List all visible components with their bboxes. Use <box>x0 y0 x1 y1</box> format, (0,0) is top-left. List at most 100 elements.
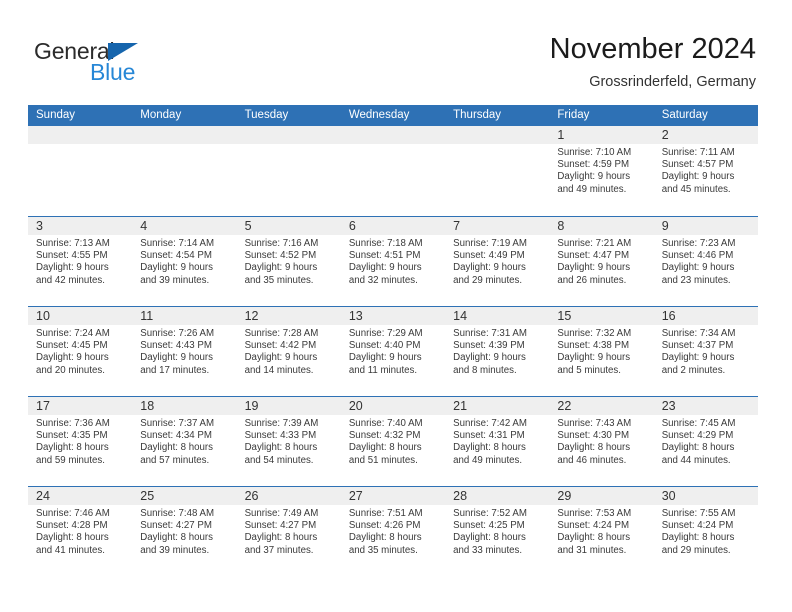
day-sun-info: Sunrise: 7:36 AM Sunset: 4:35 PM Dayligh… <box>36 418 110 466</box>
week-row: 3 Sunrise: 7:13 AM Sunset: 4:55 PM Dayli… <box>28 216 758 306</box>
day-cell[interactable]: 1 Sunrise: 7:10 AM Sunset: 4:59 PM Dayli… <box>549 126 654 216</box>
day-sun-info: Sunrise: 7:21 AM Sunset: 4:47 PM Dayligh… <box>557 238 632 286</box>
day-cell[interactable] <box>445 126 550 216</box>
day-cell[interactable]: 17 Sunrise: 7:36 AM Sunset: 4:35 PM Dayl… <box>28 397 133 486</box>
day-number-band: 10 <box>28 307 133 325</box>
week-row: 10 Sunrise: 7:24 AM Sunset: 4:45 PM Dayl… <box>28 306 758 396</box>
day-cell[interactable]: 7 Sunrise: 7:19 AM Sunset: 4:49 PM Dayli… <box>445 217 550 306</box>
day-cell[interactable]: 14 Sunrise: 7:31 AM Sunset: 4:39 PM Dayl… <box>445 307 550 396</box>
day-number: 29 <box>557 489 572 503</box>
day-number-band: 17 <box>28 397 133 415</box>
day-cell[interactable]: 28 Sunrise: 7:52 AM Sunset: 4:25 PM Dayl… <box>445 487 550 576</box>
day-cell[interactable]: 13 Sunrise: 7:29 AM Sunset: 4:40 PM Dayl… <box>340 307 446 396</box>
day-sun-info: Sunrise: 7:55 AM Sunset: 4:24 PM Dayligh… <box>661 508 736 556</box>
weekday-friday: Friday <box>557 109 590 121</box>
day-number: 4 <box>140 219 148 233</box>
day-cell[interactable]: 21 Sunrise: 7:42 AM Sunset: 4:31 PM Dayl… <box>445 397 550 486</box>
day-cell[interactable]: 27 Sunrise: 7:51 AM Sunset: 4:26 PM Dayl… <box>340 487 446 576</box>
day-number: 24 <box>36 489 50 503</box>
day-cell[interactable]: 2 Sunrise: 7:11 AM Sunset: 4:57 PM Dayli… <box>653 126 758 216</box>
day-number: 22 <box>557 399 572 413</box>
day-sun-info: Sunrise: 7:49 AM Sunset: 4:27 PM Dayligh… <box>244 508 319 556</box>
day-sun-info: Sunrise: 7:43 AM Sunset: 4:30 PM Dayligh… <box>557 418 632 466</box>
day-cell[interactable]: 25 Sunrise: 7:48 AM Sunset: 4:27 PM Dayl… <box>132 487 237 576</box>
day-cell[interactable]: 15 Sunrise: 7:32 AM Sunset: 4:38 PM Dayl… <box>549 307 654 396</box>
day-cell[interactable]: 29 Sunrise: 7:53 AM Sunset: 4:24 PM Dayl… <box>549 487 654 576</box>
day-number-band: 12 <box>236 307 341 325</box>
page-subtitle: Grossrinderfeld, Germany <box>589 74 756 90</box>
day-number: 7 <box>453 219 461 233</box>
day-sun-info: Sunrise: 7:16 AM Sunset: 4:52 PM Dayligh… <box>244 238 319 286</box>
day-number: 16 <box>661 309 676 323</box>
day-cell[interactable] <box>340 126 446 216</box>
week-row: 24 Sunrise: 7:46 AM Sunset: 4:28 PM Dayl… <box>28 486 758 576</box>
day-cell[interactable]: 16 Sunrise: 7:34 AM Sunset: 4:37 PM Dayl… <box>653 307 758 396</box>
week-row: 17 Sunrise: 7:36 AM Sunset: 4:35 PM Dayl… <box>28 396 758 486</box>
day-sun-info: Sunrise: 7:46 AM Sunset: 4:28 PM Dayligh… <box>36 508 110 556</box>
day-cell[interactable] <box>28 126 133 216</box>
day-sun-info: Sunrise: 7:42 AM Sunset: 4:31 PM Dayligh… <box>453 418 527 466</box>
day-cell[interactable]: 6 Sunrise: 7:18 AM Sunset: 4:51 PM Dayli… <box>340 217 446 306</box>
day-number: 19 <box>244 399 259 413</box>
day-number: 25 <box>140 489 155 503</box>
day-number: 12 <box>244 309 259 323</box>
day-number-band: 22 <box>549 397 654 415</box>
day-number-band: 23 <box>653 397 758 415</box>
day-number-band: 4 <box>132 217 237 235</box>
day-number-band: 13 <box>340 307 446 325</box>
day-cell[interactable]: 26 Sunrise: 7:49 AM Sunset: 4:27 PM Dayl… <box>236 487 341 576</box>
day-sun-info: Sunrise: 7:52 AM Sunset: 4:25 PM Dayligh… <box>453 508 527 556</box>
day-number: 13 <box>348 309 363 323</box>
day-cell[interactable]: 19 Sunrise: 7:39 AM Sunset: 4:33 PM Dayl… <box>236 397 341 486</box>
weekday-sunday: Sunday <box>36 109 76 121</box>
day-sun-info: Sunrise: 7:53 AM Sunset: 4:24 PM Dayligh… <box>557 508 632 556</box>
calendar-grid: Sunday Monday Tuesday Wednesday Thursday… <box>28 105 758 576</box>
day-sun-info: Sunrise: 7:23 AM Sunset: 4:46 PM Dayligh… <box>661 238 736 286</box>
day-cell[interactable]: 10 Sunrise: 7:24 AM Sunset: 4:45 PM Dayl… <box>28 307 133 396</box>
week-row: 1 Sunrise: 7:10 AM Sunset: 4:59 PM Dayli… <box>28 126 758 216</box>
day-number: 14 <box>453 309 468 323</box>
day-sun-info: Sunrise: 7:18 AM Sunset: 4:51 PM Dayligh… <box>348 238 423 286</box>
day-cell[interactable]: 22 Sunrise: 7:43 AM Sunset: 4:30 PM Dayl… <box>549 397 654 486</box>
day-cell[interactable]: 9 Sunrise: 7:23 AM Sunset: 4:46 PM Dayli… <box>653 217 758 306</box>
day-sun-info: Sunrise: 7:37 AM Sunset: 4:34 PM Dayligh… <box>140 418 215 466</box>
day-cell[interactable]: 30 Sunrise: 7:55 AM Sunset: 4:24 PM Dayl… <box>653 487 758 576</box>
day-number-band <box>236 126 341 144</box>
day-cell[interactable]: 18 Sunrise: 7:37 AM Sunset: 4:34 PM Dayl… <box>132 397 237 486</box>
day-sun-info: Sunrise: 7:14 AM Sunset: 4:54 PM Dayligh… <box>140 238 215 286</box>
day-cell[interactable] <box>236 126 341 216</box>
day-number-band: 21 <box>445 397 550 415</box>
logo-text-blue: Blue <box>90 59 136 85</box>
day-number-band: 11 <box>132 307 237 325</box>
day-sun-info: Sunrise: 7:26 AM Sunset: 4:43 PM Dayligh… <box>140 328 215 376</box>
day-cell[interactable]: 8 Sunrise: 7:21 AM Sunset: 4:47 PM Dayli… <box>549 217 654 306</box>
day-number-band: 20 <box>340 397 446 415</box>
day-number: 8 <box>557 219 565 233</box>
page-title: November 2024 <box>549 33 756 65</box>
day-sun-info: Sunrise: 7:39 AM Sunset: 4:33 PM Dayligh… <box>244 418 319 466</box>
generalblue-logo[interactable]: General Blue <box>34 38 234 88</box>
day-cell[interactable]: 4 Sunrise: 7:14 AM Sunset: 4:54 PM Dayli… <box>132 217 237 306</box>
day-sun-info: Sunrise: 7:31 AM Sunset: 4:39 PM Dayligh… <box>453 328 527 376</box>
day-cell[interactable]: 24 Sunrise: 7:46 AM Sunset: 4:28 PM Dayl… <box>28 487 133 576</box>
day-cell[interactable] <box>132 126 237 216</box>
day-number: 2 <box>661 128 669 142</box>
day-number-band: 2 <box>653 126 758 144</box>
day-number-band <box>132 126 237 144</box>
day-cell[interactable]: 3 Sunrise: 7:13 AM Sunset: 4:55 PM Dayli… <box>28 217 133 306</box>
day-number: 20 <box>348 399 363 413</box>
day-number-band: 25 <box>132 487 237 505</box>
day-number-band: 6 <box>340 217 446 235</box>
day-number: 30 <box>661 489 676 503</box>
weekday-wednesday: Wednesday <box>348 109 410 121</box>
day-cell[interactable]: 20 Sunrise: 7:40 AM Sunset: 4:32 PM Dayl… <box>340 397 446 486</box>
day-cell[interactable]: 5 Sunrise: 7:16 AM Sunset: 4:52 PM Dayli… <box>236 217 341 306</box>
day-number-band: 30 <box>653 487 758 505</box>
day-cell[interactable]: 23 Sunrise: 7:45 AM Sunset: 4:29 PM Dayl… <box>653 397 758 486</box>
day-cell[interactable]: 12 Sunrise: 7:28 AM Sunset: 4:42 PM Dayl… <box>236 307 341 396</box>
day-sun-info: Sunrise: 7:24 AM Sunset: 4:45 PM Dayligh… <box>36 328 110 376</box>
day-number-band: 9 <box>653 217 758 235</box>
day-cell[interactable]: 11 Sunrise: 7:26 AM Sunset: 4:43 PM Dayl… <box>132 307 237 396</box>
day-number-band: 18 <box>132 397 237 415</box>
day-sun-info: Sunrise: 7:10 AM Sunset: 4:59 PM Dayligh… <box>557 147 632 195</box>
